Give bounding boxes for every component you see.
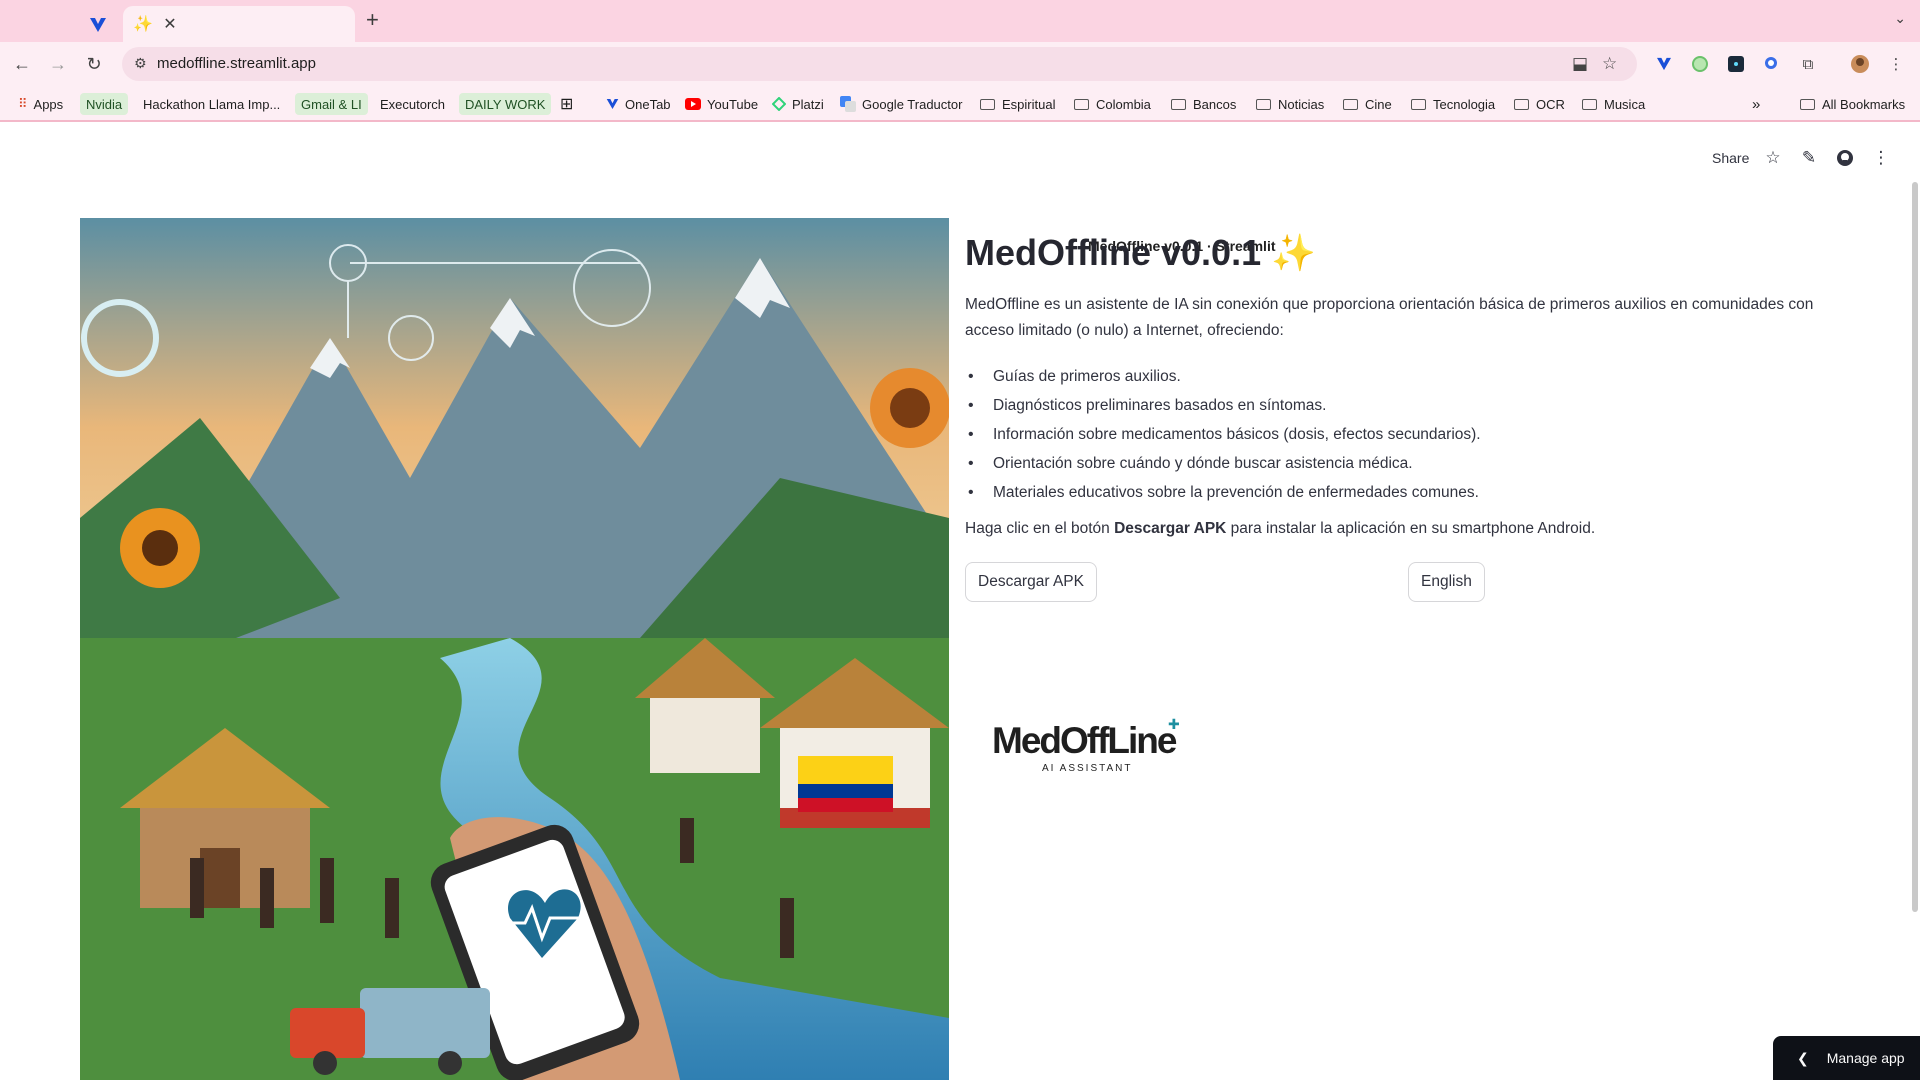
page-scrollbar[interactable] [1912, 182, 1918, 912]
bookmark-daily-work[interactable]: DAILY WORK [459, 93, 552, 115]
new-tab-button[interactable]: + [366, 8, 379, 32]
bookmark-executorch[interactable]: Executorch [380, 93, 445, 115]
folder-icon [1074, 98, 1089, 110]
platzi-icon [772, 97, 786, 111]
site-info-icon[interactable]: ⚙ [134, 55, 147, 72]
browser-menu-icon[interactable]: ⋮ [1886, 54, 1906, 74]
extension-circle-icon[interactable] [1690, 54, 1710, 74]
sparkle-icon: ✨ [133, 16, 153, 33]
bookmark-google-traductor[interactable]: Google Traductor [840, 93, 962, 115]
youtube-icon [685, 98, 701, 110]
star-icon[interactable]: ☆ [1762, 147, 1784, 169]
folder-icon [1256, 98, 1271, 110]
tab-onetab[interactable] [78, 8, 118, 42]
folder-icon [1343, 98, 1358, 110]
reload-icon[interactable]: ↻ [82, 52, 106, 76]
extension-react-icon[interactable] [1726, 54, 1746, 74]
share-button[interactable]: Share [1712, 150, 1749, 166]
logo-tagline: AI ASSISTANT [1042, 763, 1133, 774]
bookmark-folder-bancos[interactable]: Bancos [1171, 93, 1236, 115]
back-arrow-icon[interactable]: ← [10, 52, 34, 76]
intro-paragraph: MedOffline es un asistente de IA sin con… [965, 296, 1814, 339]
logo-wordmark: MedOffLine [992, 720, 1177, 761]
extensions-puzzle-icon[interactable]: ⧉ [1798, 54, 1818, 74]
list-item: Información sobre medicamentos básicos (… [965, 420, 1845, 449]
list-item: Diagnósticos preliminares basados en sín… [965, 391, 1845, 420]
manage-app-label: Manage app [1826, 1050, 1905, 1066]
bookmark-youtube[interactable]: YouTube [685, 93, 758, 115]
google-translate-icon [840, 96, 856, 112]
bookmark-folder-ocr[interactable]: OCR [1514, 93, 1565, 115]
bookmark-folder-espiritual[interactable]: Espiritual [980, 93, 1055, 115]
bookmark-nvidia[interactable]: Nvidia [80, 93, 129, 115]
tab-search-chevron-icon[interactable]: ⌄ [1894, 10, 1906, 27]
manage-app-button[interactable]: ❮ Manage app [1773, 1036, 1920, 1080]
features-list: Guías de primeros auxilios. Diagnósticos… [965, 362, 1845, 507]
colombian-village-illustration [80, 218, 949, 1080]
sunflower [120, 508, 200, 588]
colombia-flag [798, 756, 893, 812]
language-english-button[interactable]: English [1408, 562, 1485, 602]
folder-icon [1800, 98, 1815, 110]
hero-illustration [80, 218, 949, 1080]
folder-icon [1514, 98, 1529, 110]
chevron-left-icon: ❮ [1797, 1049, 1809, 1066]
bookmark-platzi[interactable]: Platzi [772, 93, 824, 115]
onetab-extension-icon[interactable] [1654, 54, 1674, 74]
folder-icon [980, 98, 995, 110]
medoffline-logo: MedOffLine ✚ AI ASSISTANT [990, 716, 1190, 780]
bookmark-gmail[interactable]: Gmail & LI [295, 93, 368, 115]
tab-medoffline[interactable]: ✨ MedOffline v0.0.1 · Streamlit ✕ [123, 6, 1276, 254]
list-item: Guías de primeros auxilios. [965, 362, 1845, 391]
folder-icon [1582, 98, 1597, 110]
github-icon[interactable] [1834, 147, 1856, 169]
main-menu-icon[interactable]: ⋮ [1870, 147, 1892, 169]
bookmark-folder-cine[interactable]: Cine [1343, 93, 1392, 115]
more-bookmarks-chevron-icon[interactable]: » [1752, 93, 1760, 115]
tab-strip: ✨ MedOffline v0.0.1 · Streamlit ✕ + ⌄ [0, 0, 1920, 254]
install-app-icon[interactable]: ⬓ [1572, 54, 1588, 74]
browser-toolbar: ← → ↻ ⚙ medoffline.streamlit.app ⬓ ☆ ⧉ ⋮ [0, 42, 1920, 86]
bookmark-star-icon[interactable]: ☆ [1602, 54, 1617, 74]
streamlit-header: Share ☆ ✎ ⋮ [0, 124, 1920, 194]
bookmarks-bar: ⠿ Apps Nvidia Hackathon Llama Imp... Gmai… [0, 86, 1920, 122]
edit-pencil-icon[interactable]: ✎ [1798, 147, 1820, 169]
page-title: MedOffline v0.0.1 ✨ [965, 232, 1316, 273]
bookmark-onetab[interactable]: OneTab [606, 93, 671, 115]
bookmark-hackathon[interactable]: Hackathon Llama Imp... [143, 93, 280, 115]
url-text[interactable]: medoffline.streamlit.app [157, 55, 316, 72]
onetab-icon [606, 98, 619, 110]
bookmark-folder-noticias[interactable]: Noticias [1256, 93, 1324, 115]
medical-cross-icon: ✚ [1168, 716, 1180, 732]
profile-avatar[interactable] [1850, 54, 1870, 74]
close-icon[interactable]: ✕ [161, 14, 179, 34]
bookmark-folder-tecnologia[interactable]: Tecnologia [1411, 93, 1495, 115]
extension-search-icon[interactable] [1762, 54, 1782, 74]
address-bar[interactable]: ⚙ medoffline.streamlit.app ⬓ ☆ [122, 47, 1637, 81]
forward-arrow-icon[interactable]: → [46, 52, 70, 76]
install-instruction: Haga clic en el botón Descargar APK para… [965, 520, 1596, 537]
tab-groups-icon[interactable]: ⊞ [560, 93, 573, 115]
folder-icon [1171, 98, 1186, 110]
list-item: Orientación sobre cuándo y dónde buscar … [965, 449, 1845, 478]
bookmark-folder-musica[interactable]: Musica [1582, 93, 1645, 115]
apps-grid-icon: ⠿ [18, 96, 28, 111]
bookmark-apps[interactable]: ⠿ Apps [18, 93, 63, 115]
download-apk-button[interactable]: Descargar APK [965, 562, 1097, 602]
list-item: Materiales educativos sobre la prevenció… [965, 478, 1845, 507]
bookmark-folder-colombia[interactable]: Colombia [1074, 93, 1151, 115]
instruction-bold: Descargar APK [1114, 520, 1227, 537]
bookmark-folder-all-bookmarks[interactable]: All Bookmarks [1800, 93, 1905, 115]
onetab-icon [90, 18, 106, 32]
folder-icon [1411, 98, 1426, 110]
